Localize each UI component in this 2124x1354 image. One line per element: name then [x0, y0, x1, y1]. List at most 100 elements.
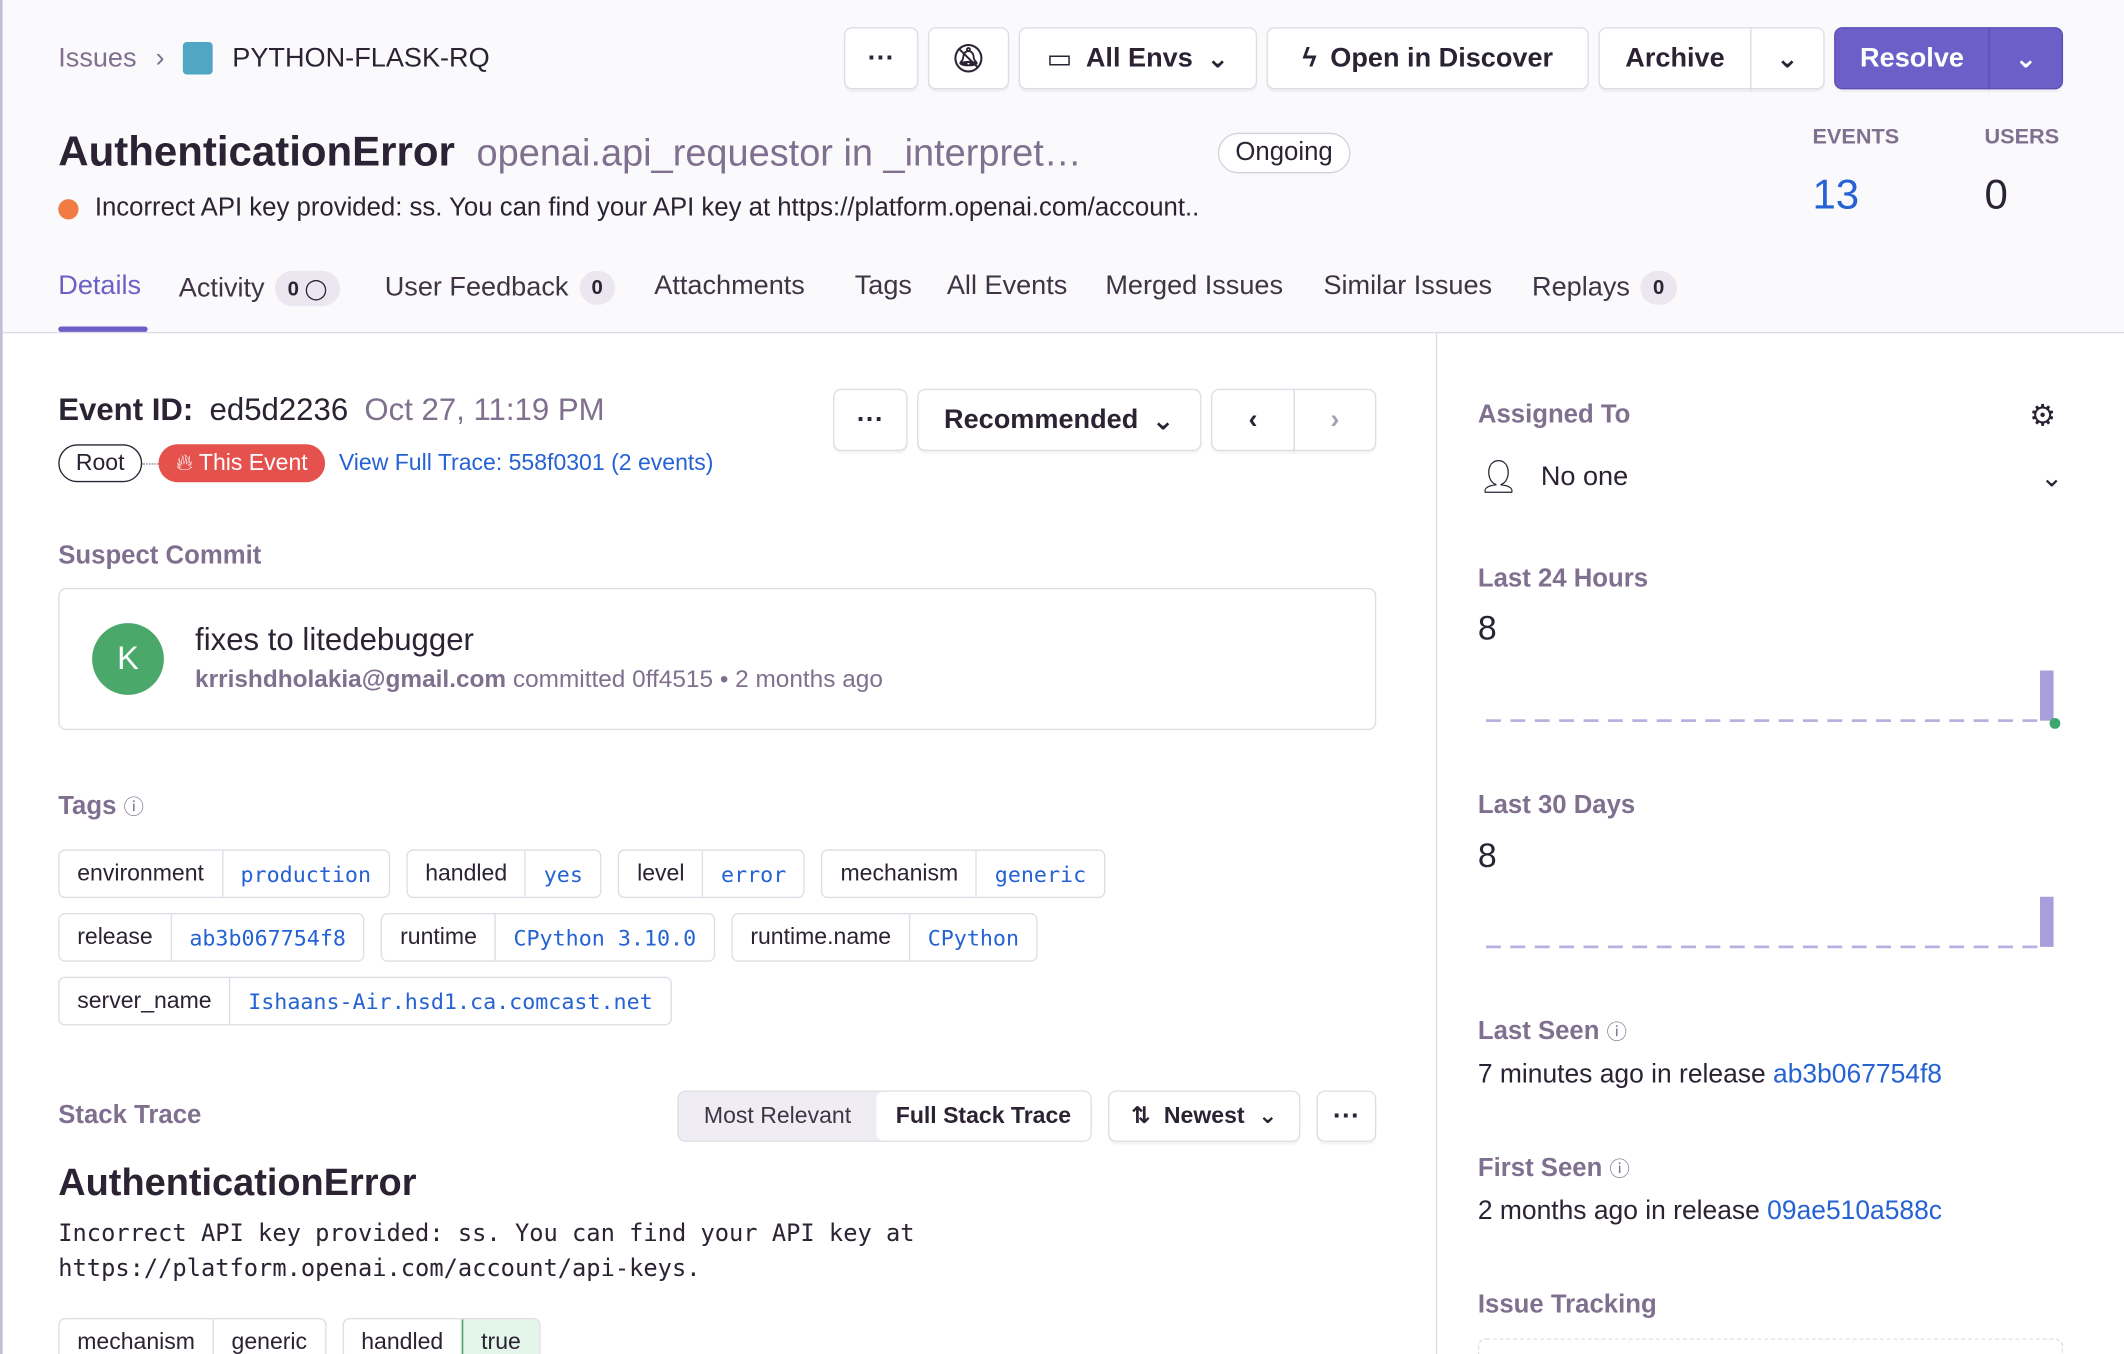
event-more-button[interactable]: ···: [833, 388, 908, 452]
sort-order-dropdown[interactable]: ⇅ Newest ⌄: [1108, 1090, 1301, 1142]
status-badge: Ongoing: [1217, 132, 1351, 174]
error-level-dot: [58, 198, 79, 219]
stack-more-button[interactable]: ···: [1316, 1090, 1377, 1142]
archive-button[interactable]: Archive: [1598, 27, 1752, 90]
first-seen-release-link[interactable]: 09ae510a588c: [1767, 1196, 1942, 1226]
users-count[interactable]: 0: [1984, 171, 2007, 220]
exception-value: Incorrect API key provided: ss. You can …: [58, 1220, 915, 1283]
last-24-hours-count: 8: [1477, 609, 1497, 648]
help-icon: ⓘ: [1609, 1158, 1630, 1182]
this-event-badge: 🔥︎ This Event: [158, 444, 326, 483]
first-seen-heading: First Seen ⓘ: [1477, 1154, 1630, 1183]
events-count[interactable]: 13: [1812, 171, 1859, 220]
tab-similar-issues[interactable]: Similar Issues: [1323, 271, 1492, 302]
project-icon: [183, 41, 214, 75]
gear-icon[interactable]: ⚙︎: [2029, 398, 2056, 433]
last-30-days-heading: Last 30 Days: [1477, 791, 1636, 820]
discover-label: Open in Discover: [1330, 42, 1554, 73]
sort-icon: ⇅: [1131, 1102, 1151, 1129]
tab-tags[interactable]: Tags: [855, 271, 912, 302]
open-in-discover-button[interactable]: ϟ Open in Discover: [1266, 27, 1589, 90]
calendar-icon: ▭: [1046, 44, 1073, 74]
issue-tracking-heading: Issue Tracking: [1477, 1290, 1657, 1320]
tag-release[interactable]: release ab3b067754f8: [58, 913, 365, 962]
tag-runtime[interactable]: runtime CPython 3.10.0: [381, 913, 716, 962]
last-24-hours-heading: Last 24 Hours: [1477, 564, 1649, 594]
chevron-left-icon: ‹: [1248, 404, 1258, 435]
stack-trace-heading: Stack Trace: [58, 1101, 202, 1130]
assigned-to-heading: Assigned To: [1477, 400, 1631, 430]
resolve-options-button[interactable]: ⌄: [1988, 27, 2064, 90]
chevron-down-icon: ⌄: [1206, 44, 1230, 74]
tag-server-name[interactable]: server_name Ishaans-Air.hsd1.ca.comcast.n…: [58, 976, 672, 1026]
root-badge[interactable]: Root: [58, 444, 143, 483]
event-sort-dropdown[interactable]: Recommended ⌄: [917, 388, 1202, 452]
breadcrumb-issues[interactable]: Issues: [58, 43, 136, 74]
tag-handled[interactable]: handled yes: [406, 849, 602, 899]
comment-icon: ◯: [304, 277, 328, 301]
last-30-days-chart: [1485, 896, 2054, 949]
assignee-name: No one: [1540, 461, 1629, 492]
issue-culprit: openai.api_requestor in _interpret…: [476, 131, 1082, 174]
stack-view-toggle: Most Relevant Full Stack Trace: [677, 1090, 1092, 1142]
commit-author: krrishdholakia@gmail.com: [195, 665, 507, 693]
avatar: K: [92, 623, 164, 695]
event-id-label: Event ID:: [58, 391, 194, 427]
issue-title: AuthenticationError: [58, 127, 455, 175]
most-relevant-button[interactable]: Most Relevant: [679, 1092, 877, 1141]
issue-page: Issues › PYTHON-FLASK-RQ ··· 🔕︎ ▭ All Env…: [0, 0, 2124, 1354]
last-seen-time: 7 minutes ago: [1477, 1059, 1644, 1090]
resolve-button[interactable]: Resolve: [1834, 27, 1990, 90]
tab-attachments[interactable]: Attachments: [654, 271, 805, 302]
chevron-down-icon: ⌄: [2014, 44, 2038, 74]
handled-tag[interactable]: handled true: [342, 1318, 540, 1354]
chevron-down-icon: ⌄: [1151, 405, 1175, 436]
chart-bar[interactable]: [2040, 670, 2054, 721]
tag-level[interactable]: level error: [618, 849, 806, 899]
commit-message[interactable]: fixes to litedebugger: [195, 622, 474, 659]
tab-details[interactable]: Details: [58, 271, 141, 302]
tab-replays[interactable]: Replays 0: [1532, 270, 1677, 305]
chevron-right-icon: ›: [155, 42, 165, 73]
in-release-label: in release: [1651, 1059, 1766, 1090]
more-actions-button[interactable]: ···: [843, 27, 919, 90]
mute-button[interactable]: 🔕︎: [927, 27, 1010, 90]
first-seen-time: 2 months ago: [1477, 1196, 1638, 1226]
next-event-button[interactable]: ›: [1293, 388, 1377, 452]
full-stack-trace-button[interactable]: Full Stack Trace: [876, 1091, 1091, 1141]
tab-all-events[interactable]: All Events: [947, 271, 1067, 302]
last-seen-heading: Last Seen ⓘ: [1477, 1017, 1627, 1046]
in-release-label: in release: [1645, 1196, 1760, 1226]
tag-runtime-name[interactable]: runtime.name CPython: [731, 913, 1039, 962]
discover-icon: ϟ: [1302, 42, 1317, 73]
active-tab-indicator: [58, 326, 148, 332]
assignee-dropdown[interactable]: 👤︎ No one ⌄: [1478, 458, 2063, 497]
tab-user-feedback[interactable]: User Feedback 0: [385, 270, 615, 305]
env-dropdown[interactable]: ▭ All Envs ⌄: [1018, 27, 1258, 90]
exception-type: AuthenticationError: [58, 1160, 417, 1203]
issue-message: Incorrect API key provided: ss. You can …: [94, 193, 1200, 223]
mechanism-tag[interactable]: mechanism generic: [58, 1318, 327, 1354]
sidebar-divider: [1435, 333, 1438, 1354]
last-seen-release-link[interactable]: ab3b067754f8: [1773, 1059, 1942, 1089]
last-24-hours-chart: [1485, 670, 2061, 729]
chevron-down-icon: ⌄: [2040, 463, 2064, 494]
event-id[interactable]: ed5d2236: [210, 391, 349, 428]
archive-options-button[interactable]: ⌄: [1750, 27, 1825, 90]
events-label: EVENTS: [1812, 125, 1900, 150]
previous-event-button[interactable]: ‹: [1211, 388, 1295, 452]
release-marker[interactable]: [2049, 717, 2061, 729]
tab-activity[interactable]: Activity 0 ◯: [179, 270, 340, 307]
view-full-trace-link[interactable]: View Full Trace: 558f0301 (2 events): [339, 450, 714, 477]
suspect-commit-heading: Suspect Commit: [58, 541, 262, 571]
tag-mechanism[interactable]: mechanism generic: [821, 849, 1106, 899]
breadcrumb-project[interactable]: PYTHON-FLASK-RQ: [232, 43, 489, 74]
user-icon: 👤︎: [1477, 459, 1520, 496]
chart-bar[interactable]: [2040, 896, 2054, 947]
env-label: All Envs: [1085, 42, 1193, 73]
tab-merged-issues[interactable]: Merged Issues: [1105, 271, 1283, 302]
help-icon: ⓘ: [1606, 1021, 1627, 1045]
last-30-days-count: 8: [1477, 837, 1497, 876]
issue-tracking-box: [1477, 1338, 2064, 1354]
tag-environment[interactable]: environment production: [58, 849, 390, 899]
